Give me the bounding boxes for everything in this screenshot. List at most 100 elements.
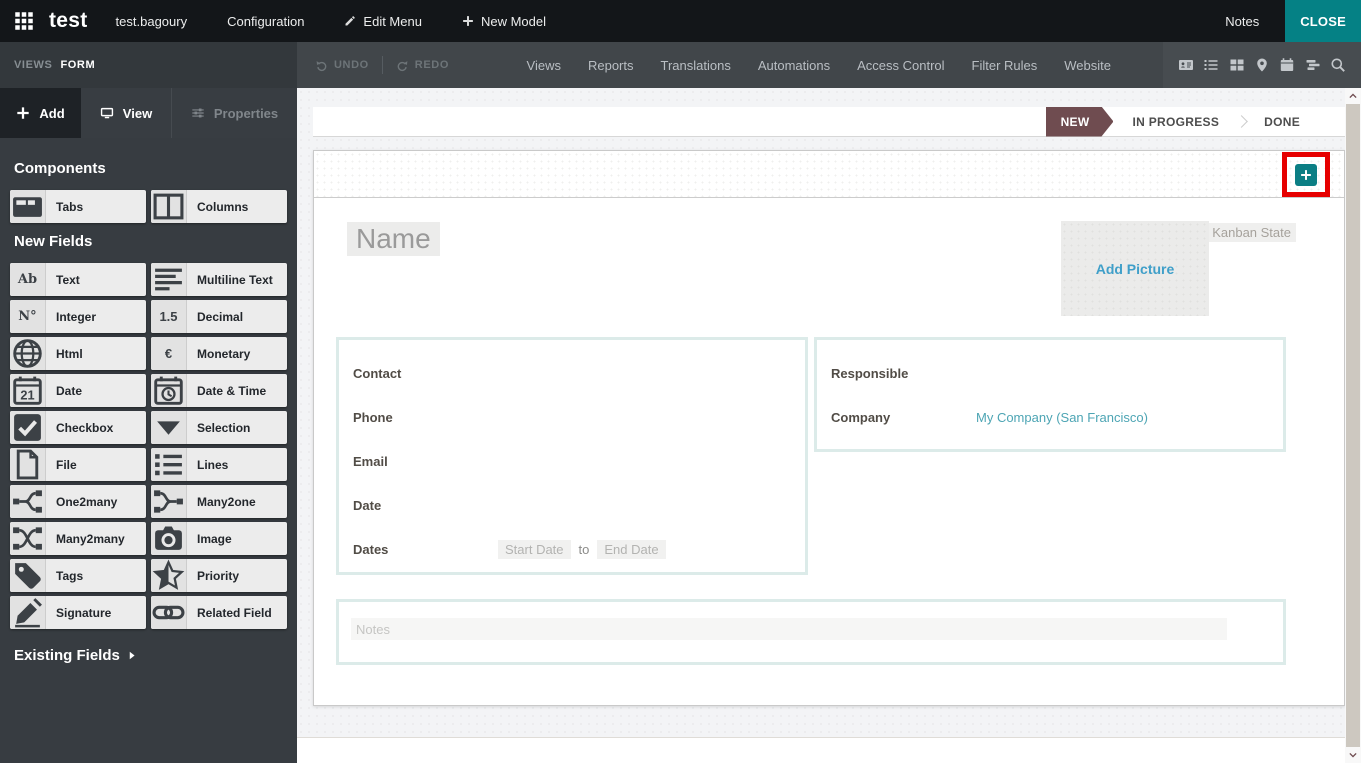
calendar-icon[interactable] bbox=[1279, 57, 1295, 73]
apps-grid-icon[interactable] bbox=[14, 11, 34, 31]
field-button-checkbox[interactable]: Checkbox bbox=[10, 411, 146, 444]
left-group-row-email: Email bbox=[339, 439, 805, 483]
multiline-icon bbox=[151, 263, 187, 296]
field-button-date[interactable]: 21Date bbox=[10, 374, 146, 407]
stage-in-progress[interactable]: IN PROGRESS bbox=[1117, 107, 1234, 137]
sidebar-content: ComponentsTabsColumnsNew FieldsAbTextMul… bbox=[0, 138, 297, 664]
field-button-label: Image bbox=[187, 522, 287, 555]
chevron-up-icon bbox=[1348, 91, 1358, 101]
studio-menu-translations[interactable]: Translations bbox=[661, 58, 731, 73]
field-button-priority[interactable]: Priority bbox=[151, 559, 287, 592]
svg-text:21: 21 bbox=[20, 388, 34, 403]
field-label-company[interactable]: Company bbox=[831, 410, 976, 425]
field-button-selection[interactable]: Selection bbox=[151, 411, 287, 444]
topbar-menu-label: New Model bbox=[481, 14, 546, 29]
field-button-label: One2many bbox=[46, 485, 146, 518]
add-button[interactable] bbox=[1295, 164, 1317, 186]
field-button-related-field[interactable]: Related Field bbox=[151, 596, 287, 629]
notes-link[interactable]: Notes bbox=[1225, 14, 1259, 29]
scroll-down-button[interactable] bbox=[1345, 747, 1361, 763]
right-group-row-company: CompanyMy Company (San Francisco) bbox=[817, 395, 1283, 439]
start-date-placeholder[interactable]: Start Date bbox=[498, 540, 571, 559]
field-value-dates[interactable]: Start DatetoEnd Date bbox=[498, 540, 791, 559]
lines-icon bbox=[151, 448, 187, 481]
sidebar-tab-view[interactable]: View bbox=[81, 88, 171, 138]
field-button-monetary[interactable]: €Monetary bbox=[151, 337, 287, 370]
sidebar-tab-properties: Properties bbox=[171, 88, 297, 138]
scroll-up-button[interactable] bbox=[1345, 88, 1361, 104]
field-button-text[interactable]: AbText bbox=[10, 263, 146, 296]
field-button-tabs[interactable]: Tabs bbox=[10, 190, 146, 223]
field-button-tags[interactable]: Tags bbox=[10, 559, 146, 592]
add-picture-box[interactable]: Add Picture bbox=[1061, 221, 1209, 316]
map-pin-icon[interactable] bbox=[1254, 57, 1270, 73]
field-button-many2many[interactable]: Many2many bbox=[10, 522, 146, 555]
field-button-many2one[interactable]: Many2one bbox=[151, 485, 287, 518]
studio-menu-automations[interactable]: Automations bbox=[758, 58, 830, 73]
field-button-label: Date & Time bbox=[187, 374, 287, 407]
stage-new[interactable]: NEW bbox=[1046, 107, 1114, 137]
one2many-icon bbox=[10, 485, 46, 518]
related-icon bbox=[151, 596, 187, 629]
scrollbar-thumb[interactable] bbox=[1346, 104, 1360, 747]
studio-menu-website[interactable]: Website bbox=[1064, 58, 1111, 73]
field-button-file[interactable]: File bbox=[10, 448, 146, 481]
pencil-icon bbox=[344, 15, 356, 27]
topbar-menu-new-model[interactable]: New Model bbox=[462, 14, 546, 29]
search-icon[interactable] bbox=[1330, 57, 1346, 73]
sliders-icon bbox=[191, 106, 205, 120]
gantt-icon[interactable] bbox=[1305, 57, 1321, 73]
field-button-integer[interactable]: N°Integer bbox=[10, 300, 146, 333]
stage-done[interactable]: DONE bbox=[1249, 107, 1315, 137]
top-navbar: test test.bagoury Configuration Edit Menu N… bbox=[0, 0, 1361, 42]
kanban-state-placeholder[interactable]: Kanban State bbox=[1207, 223, 1296, 242]
field-value-company[interactable]: My Company (San Francisco) bbox=[976, 410, 1269, 425]
vertical-scrollbar[interactable] bbox=[1345, 88, 1361, 763]
field-label-contact[interactable]: Contact bbox=[353, 366, 498, 381]
field-button-decimal[interactable]: 1.5Decimal bbox=[151, 300, 287, 333]
form-editor-canvas: NEWIN PROGRESS DONE Name Kanban State Add… bbox=[297, 88, 1361, 763]
list-icon[interactable] bbox=[1203, 57, 1219, 73]
end-date-placeholder[interactable]: End Date bbox=[597, 540, 665, 559]
field-button-image[interactable]: Image bbox=[151, 522, 287, 555]
field-label-email[interactable]: Email bbox=[353, 454, 498, 469]
field-button-signature[interactable]: Signature bbox=[10, 596, 146, 629]
id-card-icon[interactable] bbox=[1178, 57, 1194, 73]
field-button-one2many[interactable]: One2many bbox=[10, 485, 146, 518]
kanban-icon[interactable] bbox=[1229, 57, 1245, 73]
breadcrumb-section[interactable]: VIEWS bbox=[14, 59, 52, 71]
studio-menu-reports[interactable]: Reports bbox=[588, 58, 634, 73]
field-button-label: Html bbox=[46, 337, 146, 370]
field-button-columns[interactable]: Columns bbox=[151, 190, 287, 223]
studio-menu-views[interactable]: Views bbox=[527, 58, 561, 73]
app-brand[interactable]: test bbox=[49, 9, 88, 33]
studio-menu-access-control[interactable]: Access Control bbox=[857, 58, 944, 73]
undo-button[interactable]: UNDO bbox=[315, 59, 369, 72]
redo-button[interactable]: REDO bbox=[396, 59, 449, 72]
field-label-date[interactable]: Date bbox=[353, 498, 498, 513]
field-label-phone[interactable]: Phone bbox=[353, 410, 498, 425]
field-button-html[interactable]: Html bbox=[10, 337, 146, 370]
name-field-placeholder[interactable]: Name bbox=[347, 222, 440, 256]
field-button-lines[interactable]: Lines bbox=[151, 448, 287, 481]
tabs-icon bbox=[10, 190, 46, 223]
chevron-down-icon bbox=[1348, 750, 1358, 760]
field-button-label: Many2one bbox=[187, 485, 287, 518]
close-button[interactable]: CLOSE bbox=[1285, 0, 1361, 42]
field-label-dates[interactable]: Dates bbox=[353, 542, 498, 557]
monitor-icon bbox=[100, 106, 114, 120]
studio-menu: Views Reports Translations Automations Acces… bbox=[527, 42, 1111, 88]
sidebar-tab-add[interactable]: Add bbox=[0, 88, 81, 138]
field-label-responsible[interactable]: Responsible bbox=[831, 366, 976, 381]
existing-fields-toggle[interactable]: Existing Fields bbox=[14, 647, 283, 664]
topbar-menu-configuration[interactable]: Configuration bbox=[227, 14, 304, 29]
field-button-label: Text bbox=[46, 263, 146, 296]
studio-menu-filter-rules[interactable]: Filter Rules bbox=[972, 58, 1038, 73]
notes-field-placeholder[interactable]: Notes bbox=[351, 618, 1227, 640]
field-button-date-time[interactable]: Date & Time bbox=[151, 374, 287, 407]
topbar-menu-test-bagoury[interactable]: test.bagoury bbox=[116, 14, 188, 29]
divider bbox=[382, 56, 383, 74]
field-button-multiline-text[interactable]: Multiline Text bbox=[151, 263, 287, 296]
notes-group: Notes bbox=[336, 599, 1286, 665]
topbar-menu-edit-menu[interactable]: Edit Menu bbox=[344, 14, 422, 29]
